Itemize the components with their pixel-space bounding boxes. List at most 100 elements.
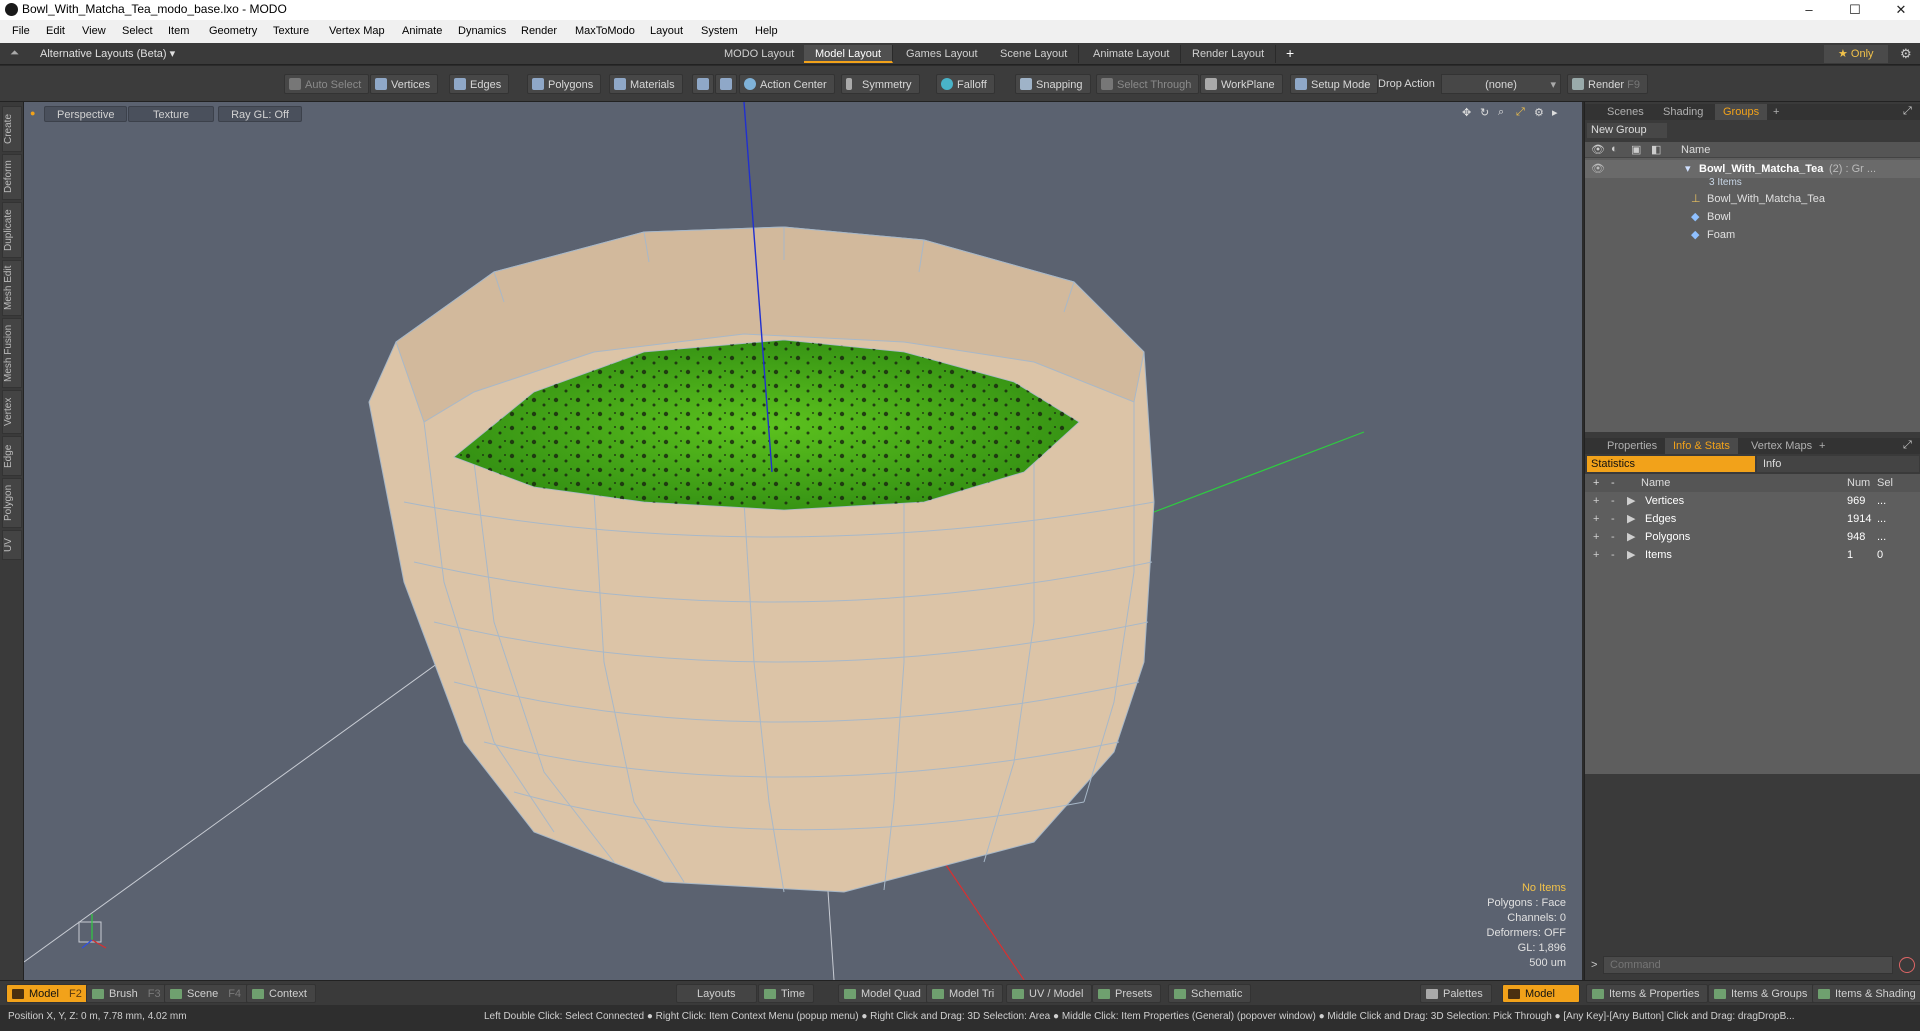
edges-button[interactable]: Edges bbox=[449, 74, 510, 94]
tab-polygon[interactable]: Polygon bbox=[2, 478, 22, 528]
table-row[interactable]: + - ▶ Polygons 948 ... bbox=[1585, 528, 1920, 546]
tab-animate-layout[interactable]: Animate Layout bbox=[1082, 45, 1182, 63]
menu-animate[interactable]: Animate bbox=[402, 25, 442, 37]
tab-render-layout[interactable]: Render Layout bbox=[1181, 45, 1277, 63]
menu-vertex-map[interactable]: Vertex Map bbox=[329, 25, 385, 37]
menu-item[interactable]: Item bbox=[168, 25, 189, 37]
scene-mode-button[interactable]: Scene F4 bbox=[164, 984, 251, 1003]
menu-render[interactable]: Render bbox=[521, 25, 557, 37]
table-row[interactable]: + - ▶ Edges 1914 ... bbox=[1585, 510, 1920, 528]
close-button[interactable]: ✕ bbox=[1878, 0, 1920, 20]
symmetry-button[interactable]: Symmetry bbox=[841, 74, 920, 94]
snapping-button[interactable]: Snapping bbox=[1015, 74, 1091, 94]
drop-action-select[interactable]: (none) ▾ bbox=[1441, 74, 1561, 94]
tab-modo-layout[interactable]: MODO Layout bbox=[713, 45, 807, 63]
maximize-button[interactable]: ☐ bbox=[1832, 0, 1878, 20]
auto-select-button[interactable]: Auto Select bbox=[284, 74, 370, 94]
tab-uv[interactable]: UV bbox=[2, 530, 22, 560]
model-tri-button[interactable]: Model Tri bbox=[926, 984, 1004, 1003]
select-through-button[interactable]: Select Through bbox=[1096, 74, 1200, 94]
minimize-button[interactable]: – bbox=[1786, 0, 1832, 20]
remove-icon[interactable]: - bbox=[1611, 492, 1615, 510]
statistics-tab[interactable]: Statistics bbox=[1587, 456, 1755, 472]
add-props-tab-button[interactable]: + bbox=[1811, 438, 1833, 454]
fit-view-icon[interactable]: ⤢ bbox=[1516, 106, 1525, 119]
perspective-button[interactable]: Perspective bbox=[44, 106, 128, 122]
menu-edit[interactable]: Edit bbox=[46, 25, 65, 37]
materials-button[interactable]: Materials bbox=[609, 74, 683, 94]
visibility-icon[interactable]: 👁 bbox=[1591, 143, 1605, 156]
expand-arrow-icon[interactable]: ▶ bbox=[1627, 492, 1635, 510]
setup-mode-button[interactable]: Setup Mode bbox=[1290, 74, 1379, 94]
remove-icon[interactable]: - bbox=[1611, 528, 1615, 546]
tab-scene-layout[interactable]: Scene Layout bbox=[989, 45, 1080, 63]
context-button[interactable]: Context bbox=[246, 984, 316, 1003]
menu-layout[interactable]: Layout bbox=[650, 25, 683, 37]
zoom-view-icon[interactable]: ⌕ bbox=[1498, 106, 1504, 119]
action-center-button[interactable]: Action Center bbox=[739, 74, 835, 94]
table-row[interactable]: + - ▶ Vertices 969 ... bbox=[1585, 492, 1920, 510]
menu-file[interactable]: File bbox=[12, 25, 30, 37]
add-icon[interactable]: + bbox=[1593, 528, 1599, 546]
render-toggle-icon[interactable]: ◐ bbox=[1611, 143, 1618, 155]
tab-shading[interactable]: Shading bbox=[1655, 104, 1711, 120]
add-icon[interactable]: + bbox=[1593, 510, 1599, 528]
tab-vertex-maps[interactable]: Vertex Maps bbox=[1743, 438, 1820, 454]
expand-arrow-icon[interactable]: ▶ bbox=[1627, 510, 1635, 528]
view-settings-icon[interactable]: ⚙ bbox=[1534, 106, 1544, 119]
falloff-button[interactable]: Falloff bbox=[936, 74, 995, 94]
uv-model-button[interactable]: UV / Model bbox=[1006, 984, 1093, 1003]
tab-mesh-edit[interactable]: Mesh Edit bbox=[2, 260, 22, 316]
add-icon[interactable]: + bbox=[1593, 492, 1599, 510]
select-mode-2-button[interactable] bbox=[715, 74, 737, 94]
menu-select[interactable]: Select bbox=[122, 25, 153, 37]
select-toggle-icon[interactable]: ◧ bbox=[1651, 143, 1661, 156]
workplane-button[interactable]: WorkPlane bbox=[1200, 74, 1283, 94]
menu-geometry[interactable]: Geometry bbox=[209, 25, 257, 37]
model-layout-button[interactable]: Model bbox=[1502, 984, 1580, 1003]
lock-icon[interactable]: ▣ bbox=[1631, 143, 1641, 156]
viewport-options-icon[interactable]: ● bbox=[30, 108, 35, 118]
expand-all-icon[interactable]: + bbox=[1593, 474, 1599, 492]
menu-dynamics[interactable]: Dynamics bbox=[458, 25, 506, 37]
remove-icon[interactable]: - bbox=[1611, 510, 1615, 528]
tab-deform[interactable]: Deform bbox=[2, 154, 22, 200]
add-layout-button[interactable]: + bbox=[1286, 45, 1294, 61]
3d-viewport[interactable]: ● Perspective Texture Ray GL: Off ✥ ↻ ⌕ … bbox=[24, 102, 1582, 980]
schematic-button[interactable]: Schematic bbox=[1168, 984, 1252, 1003]
expand-props-icon[interactable]: ⤢ bbox=[1903, 439, 1912, 452]
new-group-button[interactable]: New Group bbox=[1587, 123, 1667, 138]
brush-mode-button[interactable]: Brush F3 bbox=[86, 984, 170, 1003]
model-mode-button[interactable]: Model F2 bbox=[6, 984, 91, 1003]
expand-arrow-icon[interactable]: ▶ bbox=[1627, 546, 1635, 564]
items-properties-button[interactable]: Items & Properties bbox=[1586, 984, 1709, 1003]
tab-duplicate[interactable]: Duplicate bbox=[2, 202, 22, 258]
add-scene-tab-button[interactable]: + bbox=[1765, 104, 1787, 120]
render-button[interactable]: Render F9 bbox=[1567, 74, 1648, 94]
tab-properties[interactable]: Properties bbox=[1599, 438, 1665, 454]
rotate-view-icon[interactable]: ↻ bbox=[1480, 106, 1489, 119]
view-more-icon[interactable]: ▸ bbox=[1552, 106, 1558, 119]
info-tab[interactable]: Info bbox=[1757, 456, 1919, 472]
alternative-layouts-dropdown[interactable]: Alternative Layouts (Beta) ▾ bbox=[40, 47, 175, 60]
layouts-button[interactable]: Layouts bbox=[676, 984, 757, 1003]
presets-button[interactable]: Presets bbox=[1092, 984, 1162, 1003]
menu-texture[interactable]: Texture bbox=[273, 25, 309, 37]
gear-icon[interactable]: ⚙ bbox=[1900, 46, 1912, 62]
tab-scenes[interactable]: Scenes bbox=[1599, 104, 1652, 120]
tree-item[interactable]: ◆ Bowl bbox=[1585, 208, 1920, 226]
record-icon[interactable] bbox=[1899, 957, 1915, 973]
texture-button[interactable]: Texture bbox=[128, 106, 214, 122]
tab-games-layout[interactable]: Games Layout bbox=[895, 45, 990, 63]
polygons-button[interactable]: Polygons bbox=[527, 74, 602, 94]
model-quad-button[interactable]: Model Quad bbox=[838, 984, 930, 1003]
tab-create[interactable]: Create bbox=[2, 106, 22, 152]
tab-model-layout[interactable]: Model Layout bbox=[804, 45, 894, 63]
tab-groups[interactable]: Groups bbox=[1715, 104, 1768, 120]
palettes-button[interactable]: Palettes bbox=[1420, 984, 1492, 1003]
tab-vertex[interactable]: Vertex bbox=[2, 390, 22, 434]
add-icon[interactable]: + bbox=[1593, 546, 1599, 564]
menu-maxtomodo[interactable]: MaxToModo bbox=[575, 25, 635, 37]
tab-mesh-fusion[interactable]: Mesh Fusion bbox=[2, 318, 22, 388]
tab-edge[interactable]: Edge bbox=[2, 436, 22, 476]
